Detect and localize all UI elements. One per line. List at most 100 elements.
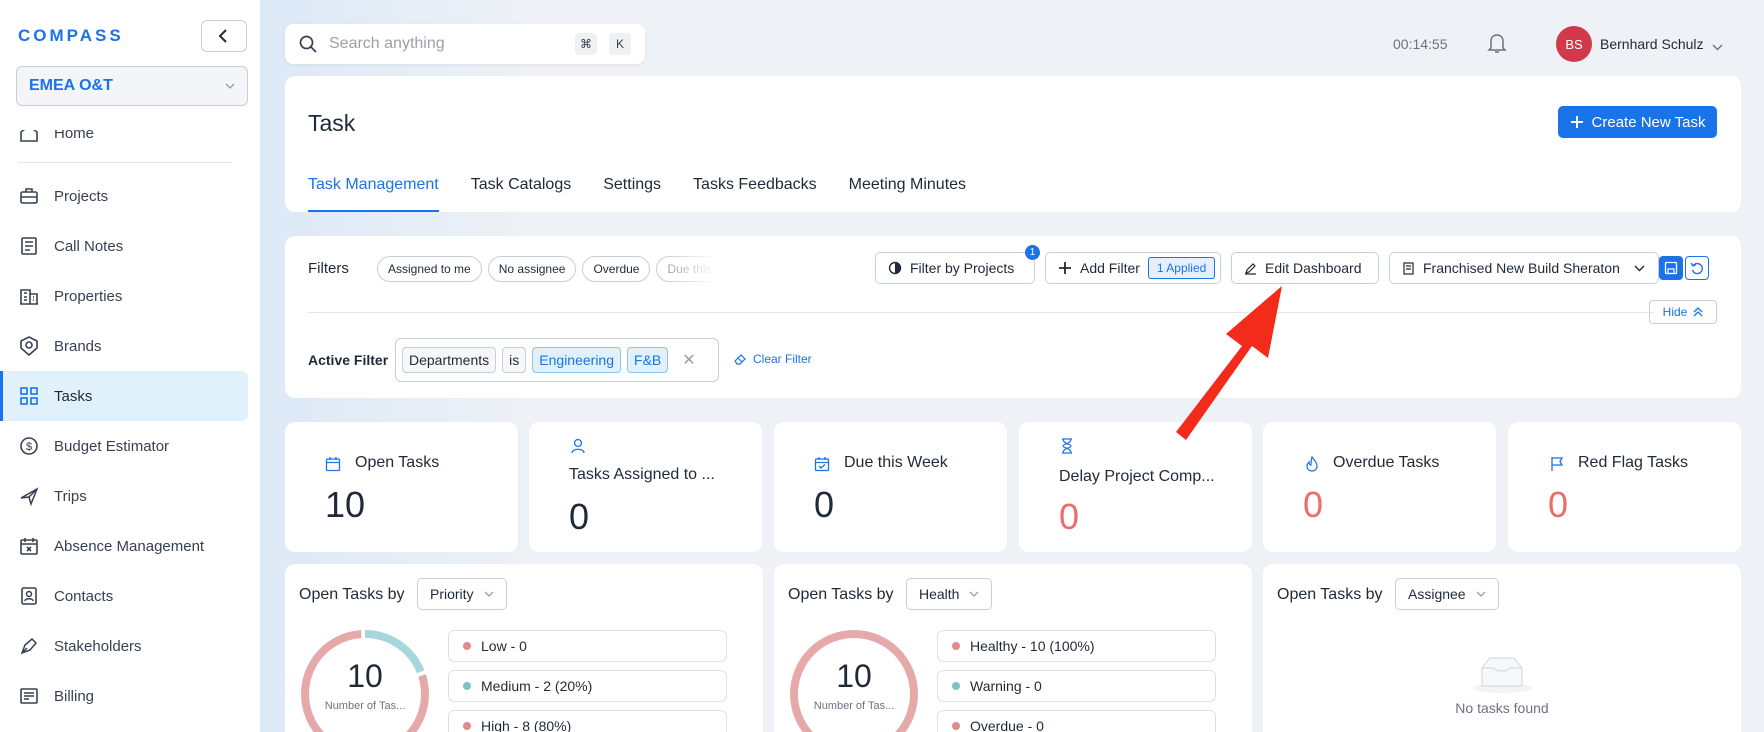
tab-meeting-minutes[interactable]: Meeting Minutes xyxy=(849,176,966,212)
plus-icon xyxy=(1059,262,1071,274)
legend-label: Overdue - 0 xyxy=(970,718,1044,732)
filter-divider xyxy=(308,312,1654,313)
sidebar-item-home[interactable]: Home xyxy=(18,124,95,148)
dashboard-select[interactable]: Franchised New Build Sheraton xyxy=(1389,252,1659,284)
filters-card: Filters Assigned to me No assignee Overd… xyxy=(285,236,1741,398)
stat-value: 0 xyxy=(1548,484,1569,525)
chip-due-this[interactable]: Due this xyxy=(656,256,717,282)
calendar-x-icon xyxy=(18,535,40,557)
sidebar-item-label: Trips xyxy=(54,487,87,505)
active-filter-field[interactable]: Departments xyxy=(402,347,497,373)
stat-card-due-this-week[interactable]: Due this Week 0 xyxy=(774,422,1007,552)
chip-overdue[interactable]: Overdue xyxy=(582,256,651,282)
dashboard-select-value: Franchised New Build Sheraton xyxy=(1423,260,1620,276)
sidebar-item-label: Absence Management xyxy=(54,537,205,555)
legend-label: Warning - 0 xyxy=(970,678,1042,694)
tab-task-management[interactable]: Task Management xyxy=(308,176,439,212)
building-icon xyxy=(18,285,40,307)
sidebar-item-tasks[interactable]: Tasks xyxy=(0,371,248,421)
active-filter-value[interactable]: Engineering xyxy=(532,347,622,373)
reset-icon xyxy=(1690,262,1703,275)
legend-item[interactable]: Overdue - 0 xyxy=(937,710,1216,732)
stat-card-overdue-tasks[interactable]: Overdue Tasks 0 xyxy=(1263,422,1496,552)
donut-caption: Number of Tas... xyxy=(813,700,895,712)
tab-tasks-feedbacks[interactable]: Tasks Feedbacks xyxy=(693,176,817,212)
group-by-select-value: Health xyxy=(919,586,960,602)
active-filter-value[interactable]: F&B xyxy=(627,347,669,373)
session-timer: 00:14:55 xyxy=(1393,36,1448,52)
notes-icon xyxy=(18,235,40,257)
tab-settings[interactable]: Settings xyxy=(603,176,661,212)
shortcut-cmd-key: ⌘ xyxy=(575,33,597,55)
legend-item[interactable]: Warning - 0 xyxy=(937,670,1216,702)
stat-title: Overdue Tasks xyxy=(1333,454,1440,471)
org-select[interactable]: EMEA O&T xyxy=(16,66,248,106)
sidebar-item-absence-management[interactable]: Absence Management xyxy=(0,521,248,571)
remove-filter-icon[interactable]: ✕ xyxy=(682,350,695,370)
legend-label: Healthy - 10 (100%) xyxy=(970,638,1095,654)
edit-dashboard-button[interactable]: Edit Dashboard xyxy=(1231,252,1379,284)
sidebar-item-billing[interactable]: Billing xyxy=(0,671,248,721)
group-by-select[interactable]: Health xyxy=(906,578,993,610)
collapse-sidebar-button[interactable] xyxy=(201,20,247,52)
sidebar-item-properties[interactable]: Properties xyxy=(0,271,248,321)
legend-item[interactable]: Healthy - 10 (100%) xyxy=(937,630,1216,662)
group-by-select[interactable]: Assignee xyxy=(1395,578,1499,610)
stat-value: 0 xyxy=(1059,496,1080,537)
pencil-icon xyxy=(1245,262,1256,275)
add-filter-label: Add Filter xyxy=(1080,260,1140,276)
legend-label: High - 8 (80%) xyxy=(481,718,572,732)
avatar[interactable]: BS xyxy=(1556,26,1592,62)
sidebar-item-label: Projects xyxy=(54,187,109,205)
user-name[interactable]: Bernhard Schulz xyxy=(1600,36,1704,52)
stat-card-open-tasks[interactable]: Open Tasks 10 xyxy=(285,422,518,552)
stat-card-red-flag-tasks[interactable]: Red Flag Tasks 0 xyxy=(1508,422,1741,552)
notifications-button[interactable] xyxy=(1487,32,1507,59)
sidebar-item-label: Budget Estimator xyxy=(54,437,170,455)
filter-by-projects-button[interactable]: Filter by Projects 1 xyxy=(875,245,1040,284)
legend-item[interactable]: Low - 0 xyxy=(448,630,727,662)
stat-card-tasks-assigned[interactable]: Tasks Assigned to ... 0 xyxy=(529,422,762,552)
save-icon xyxy=(1664,261,1678,275)
sidebar-item-label: Stakeholders xyxy=(54,637,142,655)
sidebar-item-budget-estimator[interactable]: $ Budget Estimator xyxy=(0,421,248,471)
document-icon xyxy=(1403,261,1414,275)
plus-icon xyxy=(1570,116,1583,128)
sidebar-nav: Home Projects Call Notes Properties Bran… xyxy=(0,108,260,732)
sidebar-item-call-notes[interactable]: Call Notes xyxy=(0,221,248,271)
chip-no-assignee[interactable]: No assignee xyxy=(487,256,577,282)
sidebar-item-brands[interactable]: Brands xyxy=(0,321,248,371)
user-menu-chevron[interactable] xyxy=(1712,38,1723,56)
sidebar-item-contacts[interactable]: Contacts xyxy=(0,571,248,621)
reset-dashboard-button[interactable] xyxy=(1685,256,1709,280)
pen-icon xyxy=(18,635,40,657)
tab-task-catalogs[interactable]: Task Catalogs xyxy=(471,176,572,212)
sidebar-item-label: Contacts xyxy=(54,587,114,605)
sidebar-item-projects[interactable]: Projects xyxy=(0,171,248,221)
stat-value: 0 xyxy=(569,496,590,537)
hide-filters-button[interactable]: Hide xyxy=(1649,300,1717,324)
search-input[interactable]: Search anything xyxy=(329,35,563,53)
plane-icon xyxy=(18,485,40,507)
create-new-task-button[interactable]: Create New Task xyxy=(1558,106,1717,138)
stat-title: Due this Week xyxy=(844,454,948,471)
legend-item[interactable]: High - 8 (80%) xyxy=(448,710,727,732)
health-donut-chart: 10 Number of Tas... xyxy=(788,628,920,732)
priority-donut-chart: 10 Number of Tas... xyxy=(299,628,431,732)
app-logo[interactable]: COMPASS xyxy=(18,26,124,46)
sidebar-item-label: Home xyxy=(54,124,95,142)
chip-assigned-to-me[interactable]: Assigned to me xyxy=(377,256,482,282)
create-new-task-label: Create New Task xyxy=(1591,113,1706,131)
save-dashboard-button[interactable] xyxy=(1659,256,1683,280)
active-filter-operator[interactable]: is xyxy=(502,347,527,373)
add-filter-button[interactable]: Add Filter 1 Applied xyxy=(1045,252,1221,284)
clear-filter-link[interactable]: Clear Filter xyxy=(734,352,812,366)
legend-dot xyxy=(952,682,960,690)
legend-item[interactable]: Medium - 2 (20%) xyxy=(448,670,727,702)
group-by-select[interactable]: Priority xyxy=(417,578,507,610)
sidebar-item-trips[interactable]: Trips xyxy=(0,471,248,521)
svg-text:$: $ xyxy=(26,441,32,453)
sidebar-item-stakeholders[interactable]: Stakeholders xyxy=(0,621,248,671)
search-bar[interactable]: Search anything ⌘ K xyxy=(285,24,645,64)
quick-filter-chips: Assigned to me No assignee Overdue Due t… xyxy=(377,256,717,282)
